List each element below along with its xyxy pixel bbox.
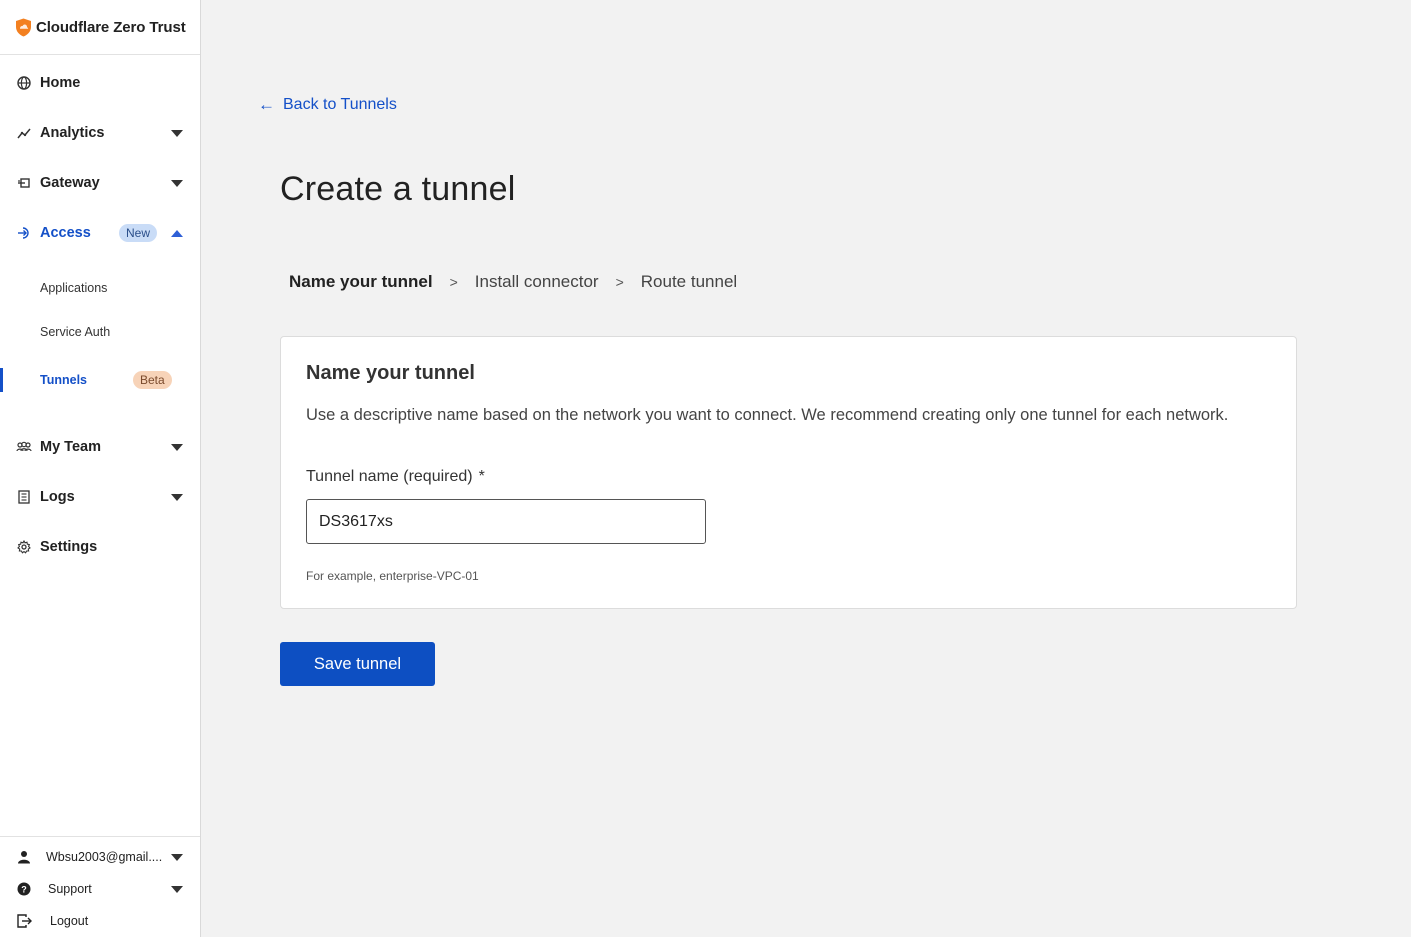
gateway-icon: [16, 175, 32, 191]
step-separator: >: [449, 274, 458, 290]
chevron-down-icon: [171, 179, 183, 187]
cloudflare-shield-icon: [16, 18, 31, 36]
account-email: Wbsu2003@gmail....: [46, 850, 163, 864]
support-menu[interactable]: ? Support: [0, 875, 200, 903]
sidebar-subitem-tunnels[interactable]: Tunnels Beta: [0, 366, 200, 394]
account-menu[interactable]: Wbsu2003@gmail....: [0, 843, 200, 871]
chevron-down-icon: [171, 129, 183, 137]
sidebar-item-label: Analytics: [40, 125, 105, 141]
brand-header[interactable]: Cloudflare Zero Trust: [0, 0, 200, 55]
chevron-down-icon: [171, 493, 183, 501]
new-badge: New: [119, 224, 158, 242]
sidebar-item-access[interactable]: Access New: [0, 217, 200, 249]
page-title: Create a tunnel: [280, 170, 516, 208]
support-label: Support: [48, 882, 92, 896]
step-progress: Name your tunnel > Install connector > R…: [289, 272, 737, 292]
sidebar-subitem-label: Tunnels: [40, 373, 87, 387]
sidebar-item-label: Gateway: [40, 175, 100, 191]
step-install-connector: Install connector: [474, 272, 599, 291]
sidebar-subitem-applications[interactable]: Applications: [0, 274, 200, 302]
chevron-down-icon: [171, 853, 183, 861]
user-icon: [16, 849, 32, 865]
logout-label: Logout: [50, 914, 89, 928]
gear-icon: [16, 539, 32, 555]
save-tunnel-button[interactable]: Save tunnel: [280, 642, 435, 686]
chevron-down-icon: [171, 443, 183, 451]
sidebar-item-logs[interactable]: Logs: [0, 481, 200, 513]
sidebar-item-analytics[interactable]: Analytics: [0, 117, 200, 149]
step-separator: >: [615, 274, 624, 290]
card-description: Use a descriptive name based on the netw…: [306, 406, 1229, 424]
chevron-up-icon: [171, 229, 183, 237]
sidebar-item-gateway[interactable]: Gateway: [0, 167, 200, 199]
tunnel-name-label: Tunnel name (required) *: [306, 468, 485, 486]
sidebar-item-label: Home: [40, 75, 81, 91]
sidebar-item-label: Logs: [40, 489, 75, 505]
sidebar-item-my-team[interactable]: My Team: [0, 431, 200, 463]
back-to-tunnels-link[interactable]: ← Back to Tunnels: [258, 95, 397, 115]
svg-text:?: ?: [21, 885, 27, 895]
sidebar: Cloudflare Zero Trust Home Analytics Gat…: [0, 0, 201, 937]
logout-icon: [16, 913, 32, 929]
tunnel-name-help: For example, enterprise-VPC-01: [306, 569, 479, 583]
chevron-down-icon: [171, 885, 183, 893]
brand-name: Cloudflare Zero Trust: [36, 18, 186, 36]
sidebar-footer: Wbsu2003@gmail.... ? Support Logout: [0, 836, 200, 937]
back-link-label: Back to Tunnels: [283, 96, 397, 113]
globe-icon: [16, 75, 32, 91]
sidebar-item-label: Access: [40, 225, 91, 241]
access-icon: [16, 225, 32, 241]
sidebar-item-label: My Team: [40, 439, 101, 455]
sidebar-subitem-label: Service Auth: [40, 325, 111, 339]
sidebar-item-home[interactable]: Home: [0, 67, 200, 99]
sidebar-subitem-label: Applications: [40, 281, 108, 295]
sidebar-subitem-service-auth[interactable]: Service Auth: [0, 318, 200, 346]
sidebar-item-label: Settings: [40, 539, 98, 555]
name-tunnel-card: Name your tunnel Use a descriptive name …: [280, 336, 1297, 609]
help-icon: ?: [16, 881, 32, 897]
sidebar-item-settings[interactable]: Settings: [0, 531, 200, 563]
card-title: Name your tunnel: [306, 362, 475, 384]
required-marker: *: [478, 468, 485, 485]
team-icon: [16, 439, 32, 455]
arrow-left-icon: ←: [258, 95, 275, 114]
logout-button[interactable]: Logout: [0, 907, 200, 935]
tunnel-name-input[interactable]: [306, 499, 706, 544]
step-route-tunnel: Route tunnel: [640, 272, 738, 291]
step-name-your-tunnel: Name your tunnel: [289, 272, 433, 291]
tunnel-name-label-text: Tunnel name (required): [306, 468, 473, 485]
beta-badge: Beta: [133, 371, 172, 389]
chart-line-icon: [16, 125, 32, 141]
logs-icon: [16, 489, 32, 505]
